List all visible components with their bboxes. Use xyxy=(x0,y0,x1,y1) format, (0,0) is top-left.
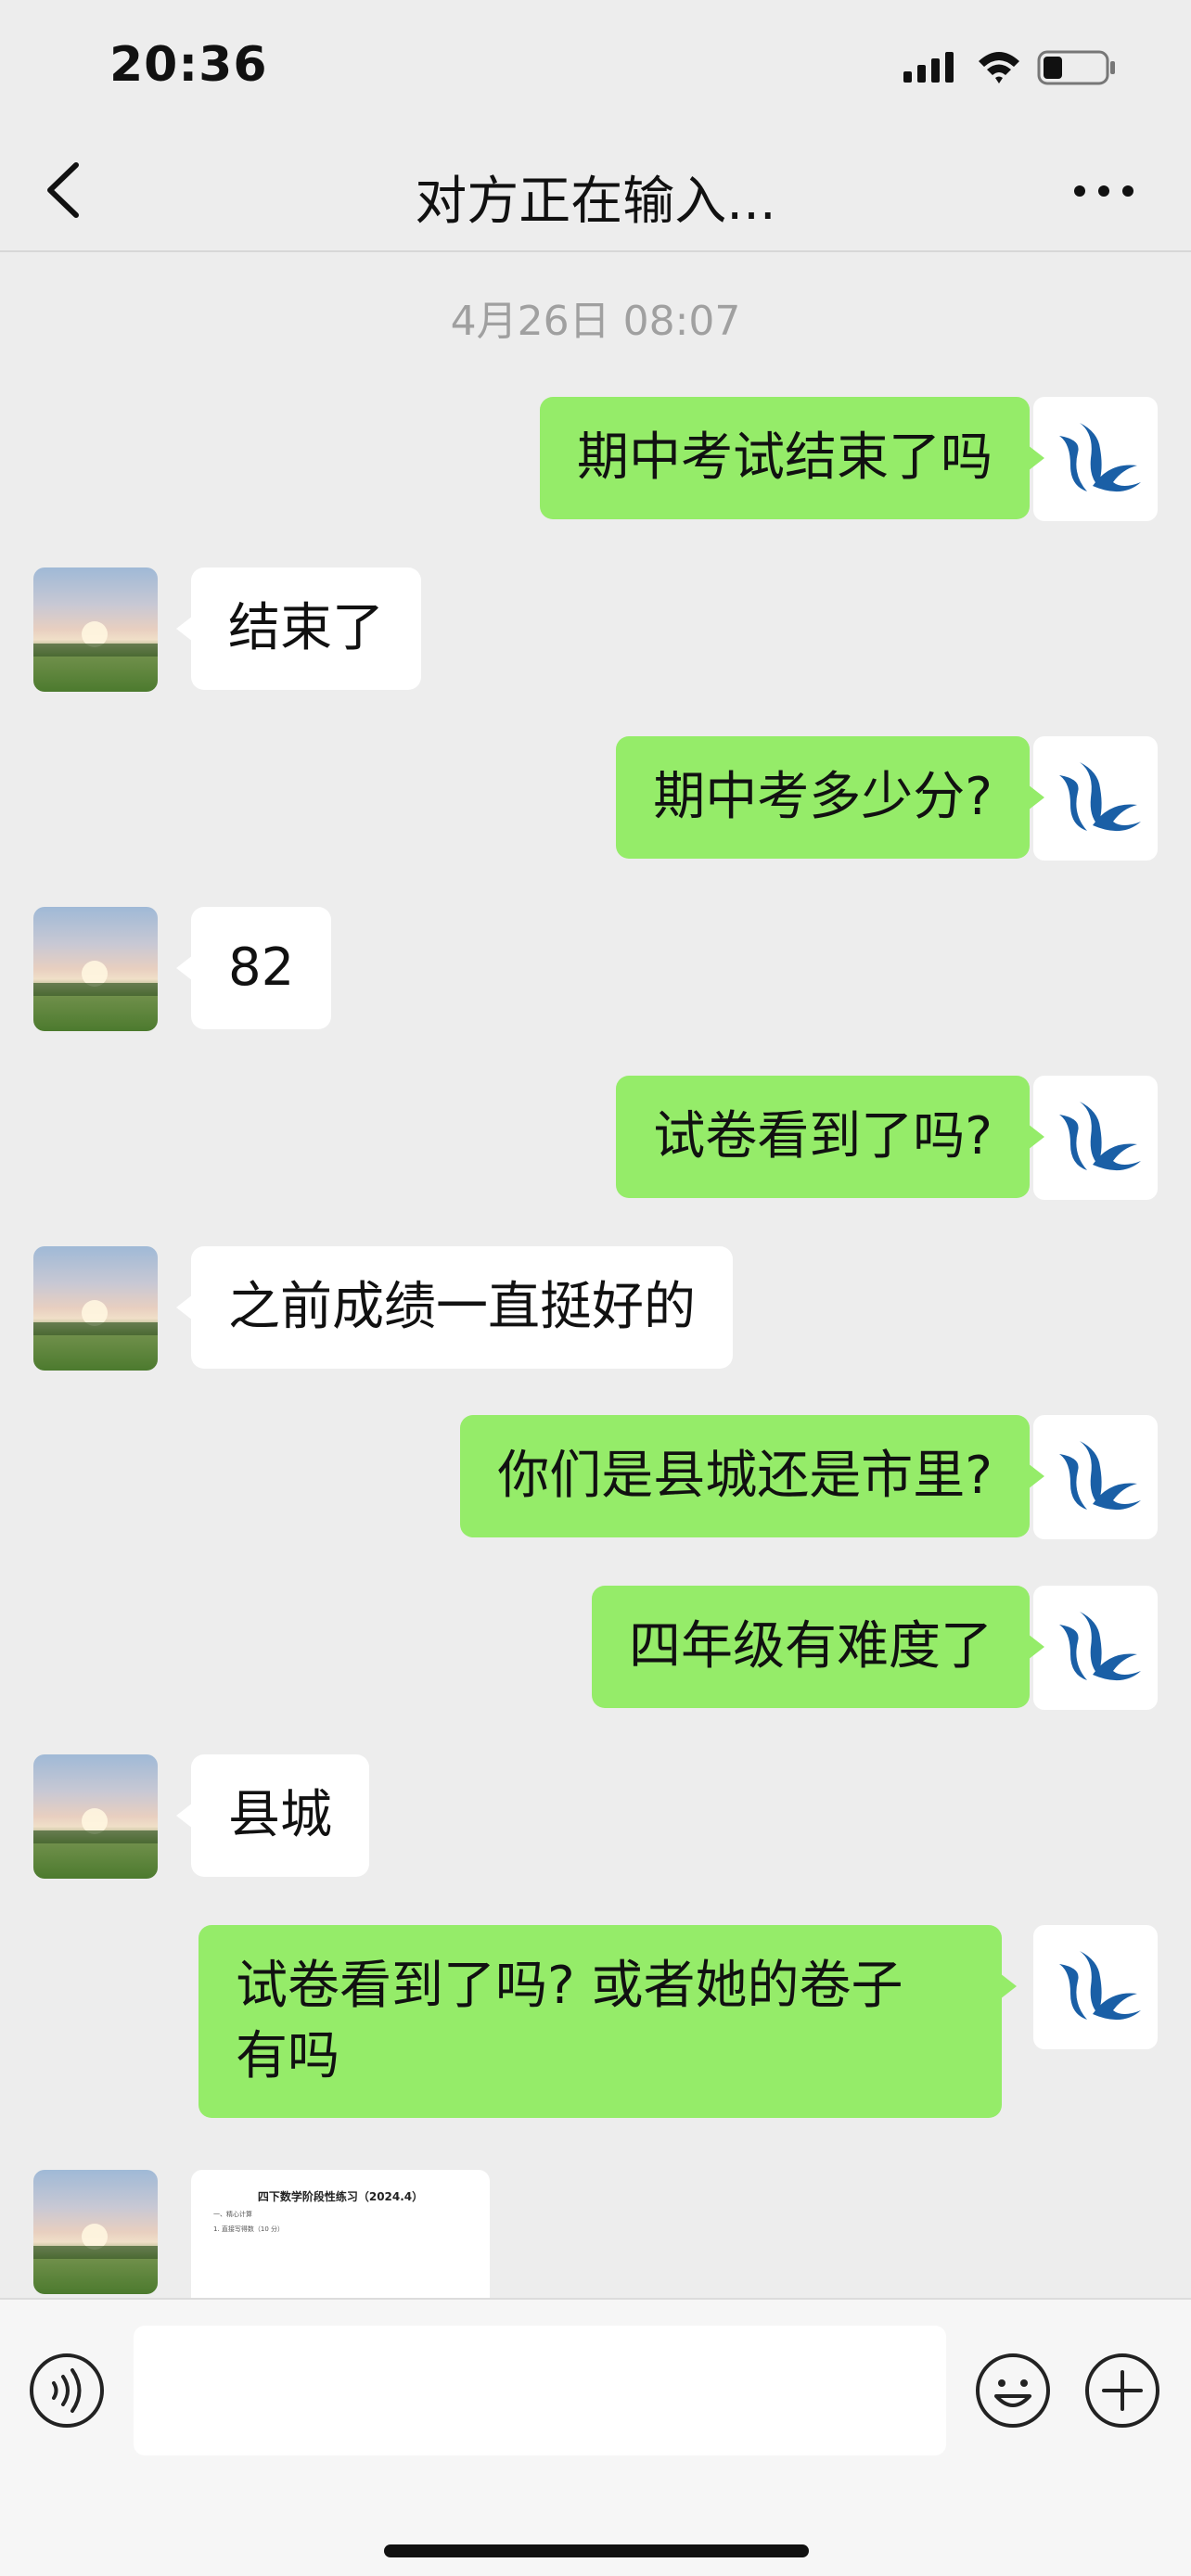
my-avatar[interactable] xyxy=(1033,1076,1158,1200)
message-bubble[interactable]: 你们是县城还是市里? xyxy=(460,1415,1044,1537)
battery-icon xyxy=(1037,50,1115,85)
status-time: 20:36 xyxy=(109,37,268,93)
my-avatar[interactable] xyxy=(1033,736,1158,861)
message-bubble[interactable]: 之前成绩一直挺好的 xyxy=(176,1246,733,1369)
file-preview-line: 1. 直接写得数（10 分） xyxy=(213,2225,285,2233)
nav-bar: 对方正在输入... xyxy=(0,130,1191,252)
message-list[interactable]: 4月26日 08:07 期中考试结束了吗 结束了 期中考多少分? 82 试卷看到… xyxy=(0,252,1191,2298)
home-indicator[interactable] xyxy=(384,2544,809,2557)
message-timestamp: 4月26日 08:07 xyxy=(450,298,741,345)
logo-icon xyxy=(1059,1951,1141,2021)
input-bar xyxy=(0,2298,1191,2576)
my-avatar[interactable] xyxy=(1033,1925,1158,2049)
contact-avatar[interactable] xyxy=(33,1246,158,1371)
logo-icon xyxy=(1059,1102,1141,1171)
chat-screen: 20:36 对方正在输入... 4月26日 08:07 期中考试结束了吗 结束了… xyxy=(0,0,1191,2576)
logo-icon xyxy=(1059,1441,1141,1511)
logo-icon xyxy=(1059,762,1141,832)
more-options-icon[interactable] xyxy=(1067,163,1141,219)
my-avatar[interactable] xyxy=(1033,1586,1158,1710)
cellular-signal-icon xyxy=(903,52,954,83)
message-bubble[interactable]: 四年级有难度了 xyxy=(592,1586,1044,1708)
my-avatar[interactable] xyxy=(1033,1415,1158,1539)
more-actions-plus-icon[interactable] xyxy=(1083,2352,1161,2429)
contact-avatar[interactable] xyxy=(33,907,158,1031)
contact-avatar[interactable] xyxy=(33,1754,158,1879)
chat-title: 对方正在输入... xyxy=(415,172,776,232)
logo-icon xyxy=(1059,1612,1141,1681)
file-preview-line: 一、精心计算 xyxy=(213,2211,252,2218)
message-bubble[interactable]: 期中考试结束了吗 xyxy=(540,397,1044,519)
message-bubble[interactable]: 期中考多少分? xyxy=(616,736,1044,859)
message-bubble[interactable]: 试卷看到了吗? xyxy=(616,1076,1044,1198)
message-bubble[interactable]: 82 xyxy=(175,907,332,1029)
message-bubble[interactable]: 结束了 xyxy=(176,567,421,690)
my-avatar[interactable] xyxy=(1033,397,1158,521)
wifi-icon xyxy=(979,52,1019,83)
emoji-icon[interactable] xyxy=(974,2352,1052,2429)
contact-avatar[interactable] xyxy=(33,567,158,692)
message-bubble[interactable]: 县城 xyxy=(176,1754,369,1877)
logo-icon xyxy=(1059,423,1141,492)
message-input[interactable] xyxy=(134,2326,946,2455)
contact-avatar[interactable] xyxy=(33,2170,158,2294)
status-bar: 20:36 xyxy=(0,0,1191,130)
file-preview-card[interactable]: 四下数学阶段性练习（2024.4） 一、精心计算 1. 直接写得数（10 分） xyxy=(191,2170,490,2298)
voice-input-icon[interactable] xyxy=(28,2352,106,2429)
message-bubble[interactable]: 试卷看到了吗? 或者她的卷子 有吗 xyxy=(198,1925,1017,2118)
file-preview-title: 四下数学阶段性练习（2024.4） xyxy=(257,2190,424,2203)
